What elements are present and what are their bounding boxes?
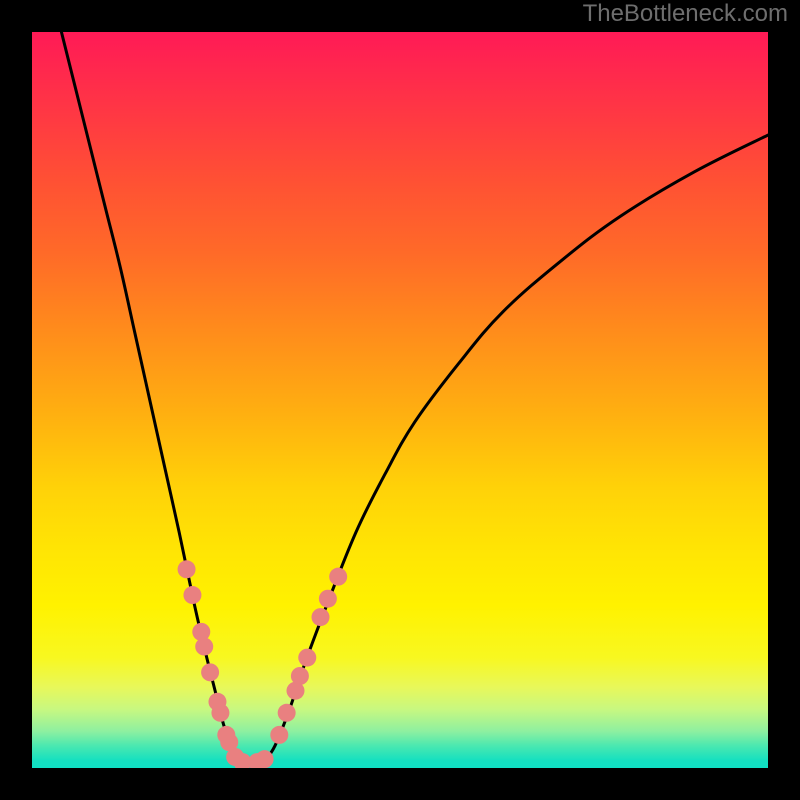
marker-dot <box>256 750 274 768</box>
chart-svg <box>32 32 768 768</box>
chart-plot-area <box>32 32 768 768</box>
marker-dot <box>312 608 330 626</box>
chart-frame: TheBottleneck.com <box>0 0 800 800</box>
marker-dot <box>291 667 309 685</box>
series-layer <box>61 32 768 765</box>
marker-dot <box>183 586 201 604</box>
marker-dot <box>201 663 219 681</box>
marker-dot <box>329 568 347 586</box>
marker-dot <box>278 704 296 722</box>
watermark-label: TheBottleneck.com <box>583 0 788 28</box>
marker-dot <box>319 590 337 608</box>
series-right-curve <box>264 135 768 762</box>
marker-dot <box>178 560 196 578</box>
marker-dot <box>298 649 316 667</box>
marker-layer <box>178 560 348 768</box>
marker-dot <box>270 726 288 744</box>
marker-dot <box>195 638 213 656</box>
marker-dot <box>211 704 229 722</box>
